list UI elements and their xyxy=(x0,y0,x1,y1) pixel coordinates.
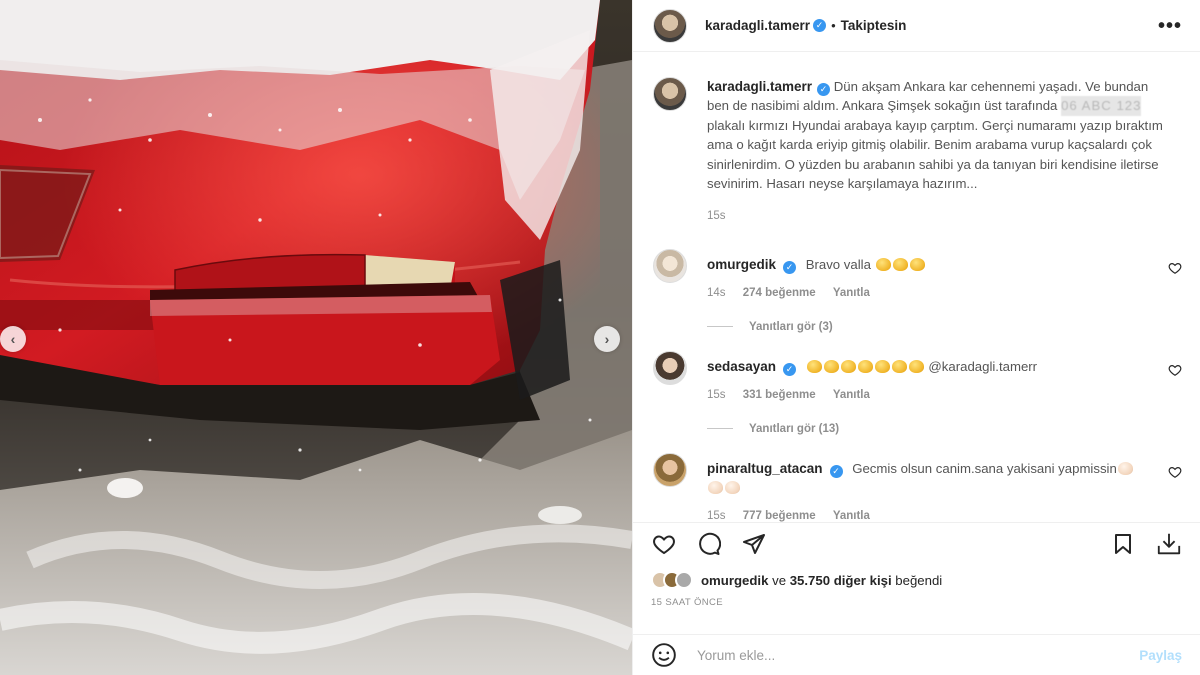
header-separator: • xyxy=(831,18,836,33)
verified-badge-icon: ✓ xyxy=(783,362,797,376)
view-replies-button[interactable]: Yanıtları gör (3) xyxy=(707,321,1182,333)
caption-text-block: karadagli.tamerr ✓ Dün akşam Ankara kar c… xyxy=(707,77,1169,227)
clap-emoji-group xyxy=(806,359,925,374)
comment-input[interactable] xyxy=(697,647,1140,663)
author-avatar[interactable] xyxy=(653,8,687,43)
commenter-avatar[interactable] xyxy=(653,452,687,487)
commenter-avatar[interactable] xyxy=(653,248,687,283)
car-photo-illustration xyxy=(0,0,632,675)
save-bookmark-icon[interactable] xyxy=(1110,531,1136,557)
reply-button[interactable]: Yanıtla xyxy=(833,510,870,522)
view-replies-label: Yanıtları gör (13) xyxy=(749,422,840,435)
view-replies-button[interactable]: Yanıtları gör (13) xyxy=(707,423,1182,435)
comment-time: 15s xyxy=(707,509,726,522)
comment-likes-count[interactable]: 777 beğenme xyxy=(743,510,816,522)
view-replies-label: Yanıtları gör (3) xyxy=(749,320,833,333)
add-comment-bar: Paylaş xyxy=(633,634,1200,675)
liker-username[interactable]: omurgedik xyxy=(701,573,768,588)
like-comment-heart-icon[interactable] xyxy=(1168,465,1182,479)
verified-badge-icon: ✓ xyxy=(829,464,843,478)
next-photo-button[interactable]: › xyxy=(594,326,620,352)
post-timestamp: 15 SAAT ÖNCE xyxy=(651,597,724,608)
comment-item: omurgedik ✓ Bravo valla 14s 274 beğenme Y… xyxy=(653,248,1182,303)
comment-text: Bravo valla xyxy=(805,256,871,272)
comment-mention[interactable]: @karadagli.tamerr xyxy=(928,359,1037,374)
commenter-username[interactable]: sedasayan xyxy=(707,359,776,374)
following-button[interactable]: Takiptesin xyxy=(841,18,907,33)
caption-text-part-2: plakalı kırmızı Hyundai arabaya kayıp ça… xyxy=(707,117,1163,192)
clap-emoji-group xyxy=(875,257,926,272)
post-header: karadagli.tamerr ✓ • Takiptesin ••• xyxy=(633,0,1200,52)
caption-meta: 15s xyxy=(707,207,1169,226)
verified-badge-icon: ✓ xyxy=(783,260,797,274)
likes-summary[interactable]: omurgedik ve 35.750 diğer kişi beğendi xyxy=(651,571,1182,589)
comment-body: sedasayan ✓ @karadagli.tamerr 15s 331 beğ… xyxy=(707,357,1147,405)
like-comment-heart-icon[interactable] xyxy=(1168,363,1182,377)
author-username[interactable]: karadagli.tamerr xyxy=(705,18,810,33)
likes-connector: ve xyxy=(772,572,787,588)
comment-meta: 14s 274 beğenme Yanıtla xyxy=(707,284,1147,303)
caption-avatar[interactable] xyxy=(653,77,687,111)
verified-badge-icon: ✓ xyxy=(813,19,827,32)
comment-item: pinaraltug_atacan ✓ Gecmis olsun canim.sa… xyxy=(653,452,1182,523)
download-icon[interactable] xyxy=(1156,531,1182,557)
previous-photo-button[interactable]: ‹ xyxy=(0,326,26,352)
comment-text: Gecmis olsun canim.sana yakisani yapmiss… xyxy=(852,460,1117,476)
likes-count[interactable]: 35.750 diğer kişi xyxy=(790,573,892,588)
comment-meta: 15s 777 beğenme Yanıtla xyxy=(707,507,1147,523)
reply-button[interactable]: Yanıtla xyxy=(833,287,870,299)
share-paper-plane-icon[interactable] xyxy=(741,531,767,557)
comment-time: 15s xyxy=(707,388,726,401)
like-heart-icon[interactable] xyxy=(651,531,677,557)
post-actions-section: omurgedik ve 35.750 diğer kişi beğendi 1… xyxy=(633,522,1200,608)
verified-badge-icon: ✓ xyxy=(817,83,831,96)
post-comment-button[interactable]: Paylaş xyxy=(1139,648,1182,663)
like-comment-heart-icon[interactable] xyxy=(1168,261,1182,275)
comment-bubble-icon[interactable] xyxy=(696,531,722,557)
blurred-license-plate: 06 ABC 123 xyxy=(1061,96,1142,116)
liker-avatar xyxy=(675,571,693,589)
post-side-panel: karadagli.tamerr ✓ • Takiptesin ••• kara… xyxy=(632,0,1200,675)
comment-item: sedasayan ✓ @karadagli.tamerr 15s 331 beğ… xyxy=(653,350,1182,405)
likes-text: omurgedik ve 35.750 diğer kişi beğendi xyxy=(701,573,942,588)
comment-likes-count[interactable]: 274 beğenme xyxy=(743,287,816,299)
comment-body: omurgedik ✓ Bravo valla 14s 274 beğenme Y… xyxy=(707,255,1147,303)
post-caption: karadagli.tamerr ✓ Dün akşam Ankara kar c… xyxy=(653,77,1182,227)
comment-time: 14s xyxy=(707,286,726,299)
caption-time: 15s xyxy=(707,210,726,223)
action-bar xyxy=(651,523,1182,565)
commenter-avatar[interactable] xyxy=(653,350,687,385)
more-options-icon[interactable]: ••• xyxy=(1158,16,1182,36)
comment-meta: 15s 331 beğenme Yanıtla xyxy=(707,386,1147,405)
comment-likes-count[interactable]: 331 beğenme xyxy=(743,389,816,401)
reply-button[interactable]: Yanıtla xyxy=(833,389,870,401)
post-photo: ‹ › xyxy=(0,0,632,675)
comment-body: pinaraltug_atacan ✓ Gecmis olsun canim.sa… xyxy=(707,459,1147,523)
likes-suffix: beğendi xyxy=(895,572,943,588)
comments-list[interactable]: karadagli.tamerr ✓ Dün akşam Ankara kar c… xyxy=(633,53,1200,523)
emoji-smiley-icon[interactable] xyxy=(651,642,677,668)
commenter-username[interactable]: omurgedik xyxy=(707,257,776,272)
commenter-username[interactable]: pinaraltug_atacan xyxy=(707,461,823,476)
caption-username[interactable]: karadagli.tamerr xyxy=(707,79,812,94)
